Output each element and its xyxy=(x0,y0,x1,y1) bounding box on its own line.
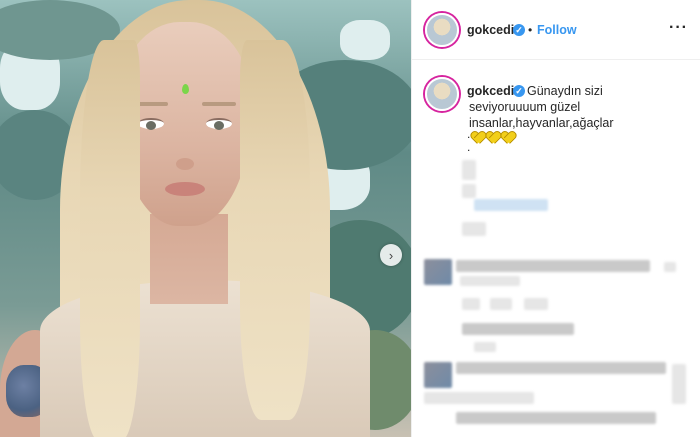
blurred-meta xyxy=(524,298,548,310)
lips xyxy=(165,182,205,196)
follow-button[interactable]: Follow xyxy=(537,23,577,37)
neck xyxy=(150,214,228,304)
comment-avatar[interactable] xyxy=(424,362,452,388)
separator-dot: • xyxy=(528,23,533,37)
blurred-text xyxy=(462,184,476,198)
avatar[interactable] xyxy=(425,13,459,47)
yellow-heart-icon xyxy=(501,132,514,144)
bindi-gem xyxy=(182,84,189,94)
post-photo[interactable]: › xyxy=(0,0,411,437)
sky-patch xyxy=(340,20,390,60)
hair-strand-left xyxy=(80,40,140,437)
caption-dot: . xyxy=(467,140,471,154)
caption-line-3: insanlar,hayvanlar,ağaçlar xyxy=(469,115,669,147)
comment-avatar[interactable] xyxy=(424,259,452,285)
blurred-comment xyxy=(474,342,496,352)
blurred-like[interactable] xyxy=(672,364,686,404)
hair-strand-right xyxy=(240,40,310,420)
nose xyxy=(176,158,194,170)
blurred-comment xyxy=(462,323,574,335)
right-brow xyxy=(202,102,236,106)
left-eye xyxy=(138,118,164,130)
chevron-right-icon: › xyxy=(388,247,394,263)
right-eye xyxy=(206,118,232,130)
verified-badge-icon: ✓ xyxy=(513,24,525,36)
carousel-next-button[interactable]: › xyxy=(380,244,402,266)
blurred-text xyxy=(462,222,486,236)
yellow-heart-icon xyxy=(471,132,484,144)
blurred-comment xyxy=(460,276,520,286)
blurred-like[interactable] xyxy=(664,262,676,272)
yellow-heart-icon xyxy=(486,132,499,144)
caption-text: Günaydın sizi seviyoruuuum güzel insanla… xyxy=(469,83,669,147)
blurred-comment xyxy=(424,392,534,404)
blurred-comment xyxy=(456,260,650,272)
caption-trailing: . . xyxy=(467,128,470,154)
caption-line-1: Günaydın sizi xyxy=(527,84,603,98)
more-options-icon[interactable]: ··· xyxy=(669,19,688,37)
yellow-heart-emojis xyxy=(469,131,669,147)
blurred-meta xyxy=(490,298,512,310)
blurred-meta xyxy=(462,298,480,310)
blurred-text xyxy=(462,160,476,180)
caption-avatar[interactable] xyxy=(425,77,459,111)
blurred-comment xyxy=(456,362,666,374)
blurred-hashtag[interactable] xyxy=(474,199,548,211)
blurred-comment xyxy=(456,412,656,424)
caption-line-2: seviyoruuuum güzel xyxy=(469,100,581,114)
header-username[interactable]: gokcedi xyxy=(467,23,514,37)
